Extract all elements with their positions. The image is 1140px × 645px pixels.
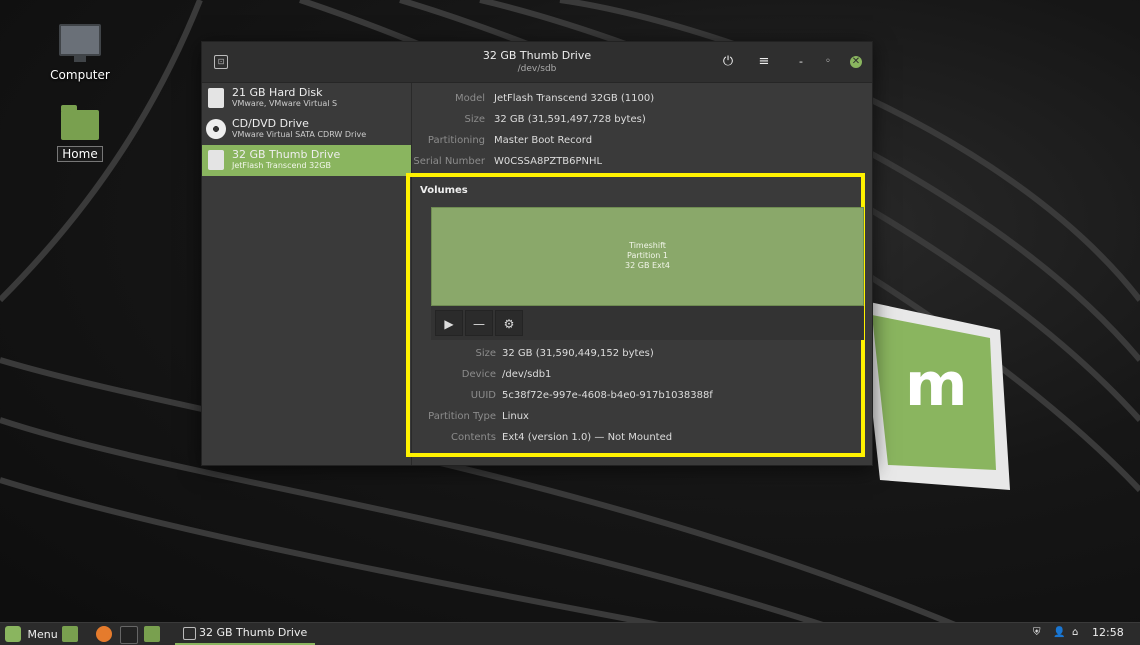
taskbar: Menu 32 GB Thumb Drive ⛨ 👤 ⌂ 12:58 bbox=[0, 622, 1140, 645]
volume-toolbar: ▶ — ⚙ bbox=[431, 306, 864, 340]
minimize-icon: - bbox=[799, 55, 803, 68]
firefox-icon[interactable] bbox=[96, 626, 112, 642]
mount-button[interactable]: ▶ bbox=[435, 310, 463, 336]
disk-info-label: Partitioning bbox=[427, 135, 485, 146]
network-icon[interactable]: ⌂ bbox=[1072, 627, 1078, 638]
volume-partition-type-value: Linux bbox=[502, 411, 529, 422]
drive-options-menu-button[interactable]: ≡ bbox=[756, 54, 772, 70]
minus-icon: — bbox=[473, 317, 485, 331]
disks-window: ⊡ 32 GB Thumb Drive /dev/sdb ⏻ ≡ - ◦ ✕ 2… bbox=[201, 41, 873, 466]
menu-label: Menu bbox=[27, 627, 58, 641]
home-folder-icon bbox=[61, 105, 99, 140]
taskbar-window-disks[interactable]: 32 GB Thumb Drive bbox=[175, 623, 315, 645]
taskbar-window-label: 32 GB Thumb Drive bbox=[199, 626, 308, 639]
user-icon[interactable]: 👤 bbox=[1053, 627, 1065, 638]
titlebar[interactable]: ⊡ 32 GB Thumb Drive /dev/sdb ⏻ ≡ - ◦ ✕ bbox=[202, 42, 872, 83]
volume-detail-label: Size bbox=[475, 348, 496, 359]
maximize-button[interactable]: ◦ bbox=[820, 54, 836, 70]
disks-app-icon bbox=[183, 627, 196, 640]
terminal-icon[interactable] bbox=[120, 626, 138, 644]
disk-serial-value: W0CSSA8PZTB6PNHL bbox=[494, 156, 603, 167]
volume-device-value: /dev/sdb1 bbox=[502, 369, 552, 380]
computer-icon bbox=[59, 24, 101, 62]
mint-logo-wallpaper: m bbox=[860, 300, 1010, 490]
play-icon: ▶ bbox=[444, 317, 454, 331]
optical-disc-icon bbox=[206, 119, 226, 139]
volume-contents-value: Ext4 (version 1.0) — Not Mounted bbox=[502, 432, 673, 443]
volume-detail-label: Device bbox=[461, 369, 496, 380]
disk-info-label: Model bbox=[454, 93, 485, 104]
minimize-button[interactable]: - bbox=[793, 54, 809, 70]
mint-menu-icon bbox=[5, 626, 21, 642]
drive-item-thumb-drive[interactable]: 32 GB Thumb Drive JetFlash Transcend 32G… bbox=[202, 145, 411, 176]
desktop-icon-label: Home bbox=[57, 146, 103, 162]
volume-detail-label: UUID bbox=[470, 390, 496, 401]
disk-model-value: JetFlash Transcend 32GB (1100) bbox=[494, 93, 655, 104]
partition-label: Timeshift bbox=[629, 241, 666, 250]
drive-item-hard-disk[interactable]: 21 GB Hard Disk VMware, VMware Virtual S bbox=[202, 83, 411, 114]
drive-item-cd-dvd[interactable]: CD/DVD Drive VMware Virtual SATA CDRW Dr… bbox=[202, 114, 411, 145]
show-desktop-icon[interactable] bbox=[62, 626, 78, 642]
maximize-icon: ◦ bbox=[825, 56, 831, 67]
disk-partitioning-value: Master Boot Record bbox=[494, 135, 593, 146]
partition-settings-button[interactable]: ⚙ bbox=[495, 310, 523, 336]
drive-list: 21 GB Hard Disk VMware, VMware Virtual S… bbox=[202, 83, 412, 465]
svg-text:m: m bbox=[905, 350, 968, 420]
volume-detail-label: Partition Type bbox=[428, 411, 496, 422]
volumes-section: Volumes Timeshift Partition 1 32 GB Ext4… bbox=[406, 173, 865, 457]
volume-detail-label: Contents bbox=[451, 432, 496, 443]
volumes-heading: Volumes bbox=[420, 185, 468, 196]
close-button[interactable]: ✕ bbox=[850, 56, 862, 68]
volume-size-value: 32 GB (31,590,449,152 bytes) bbox=[502, 348, 654, 359]
power-icon: ⏻ bbox=[722, 54, 734, 69]
clock[interactable]: 12:58 bbox=[1092, 626, 1124, 639]
desktop-icon-home[interactable]: Home bbox=[40, 105, 120, 162]
disk-size-value: 32 GB (31,591,497,728 bytes) bbox=[494, 114, 646, 125]
desktop-icon-computer[interactable]: Computer bbox=[40, 24, 120, 82]
partition-summary: 32 GB Ext4 bbox=[625, 261, 670, 270]
delete-partition-button[interactable]: — bbox=[465, 310, 493, 336]
hamburger-icon: ≡ bbox=[758, 54, 770, 69]
usb-drive-icon bbox=[208, 150, 224, 170]
disk-info-label: Size bbox=[464, 114, 485, 125]
shield-icon[interactable]: ⛨ bbox=[1033, 627, 1041, 638]
files-icon[interactable] bbox=[144, 626, 160, 642]
disk-info-label: Serial Number bbox=[413, 156, 485, 167]
hard-disk-icon bbox=[208, 88, 224, 108]
gears-icon: ⚙ bbox=[503, 317, 515, 331]
close-icon: ✕ bbox=[851, 56, 861, 67]
menu-button[interactable]: Menu bbox=[5, 626, 58, 642]
partition-block[interactable]: Timeshift Partition 1 32 GB Ext4 bbox=[431, 207, 864, 306]
volume-uuid-value: 5c38f72e-997e-4608-b4e0-917b1038388f bbox=[502, 390, 713, 401]
desktop-icon-label: Computer bbox=[50, 68, 110, 82]
power-off-button[interactable]: ⏻ bbox=[720, 54, 736, 70]
partition-number: Partition 1 bbox=[627, 251, 668, 260]
